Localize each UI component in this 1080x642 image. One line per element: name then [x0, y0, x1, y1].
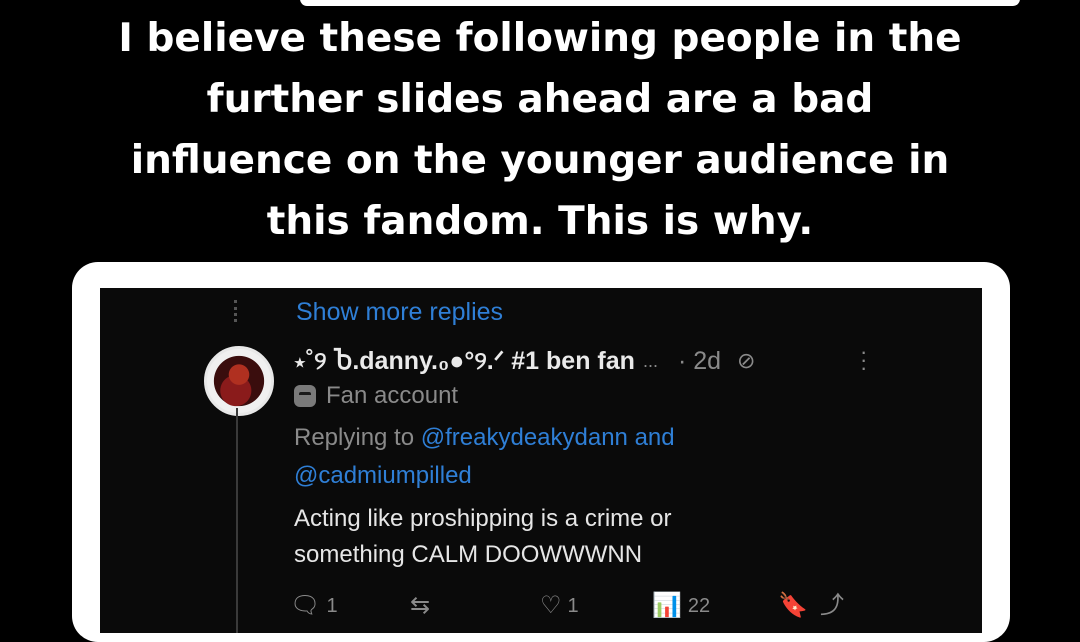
reply-count: 1: [326, 594, 338, 617]
mention-link-2[interactable]: @cadmiumpilled: [294, 462, 472, 489]
views-button[interactable]: 📊 22: [652, 594, 710, 618]
caption-line-2: further slides ahead are a bad: [206, 77, 874, 122]
avatar[interactable]: [204, 346, 274, 416]
like-count: 1: [567, 594, 579, 617]
bookmark-button[interactable]: 🔖: [778, 594, 808, 618]
more-icon[interactable]: · · ·: [860, 341, 867, 379]
display-name[interactable]: ⋆˚୨ Ⴆ.danny.₀●°୨.ᐟ #1 ben fan: [294, 346, 635, 376]
fan-account-badge: Fan account: [294, 382, 458, 410]
post-text-line-2: something CALM DOOWWWNN: [294, 541, 643, 568]
caption-line-3: influence on the younger audience in: [130, 138, 950, 183]
bookmark-icon: 🔖: [778, 592, 808, 619]
replying-to-line-2: @cadmiumpilled: [294, 462, 472, 490]
thread-dots: [234, 300, 241, 322]
comment-icon: 🗨: [290, 592, 321, 619]
no-entry-icon: ⊘: [737, 348, 756, 373]
replying-to-label: Replying to: [294, 424, 415, 451]
share-icon: ⤴: [820, 592, 844, 619]
badge-label: Fan account: [326, 382, 459, 409]
views-count: 22: [687, 594, 711, 617]
reply-button[interactable]: 🗨 1: [290, 594, 338, 618]
heart-icon: ♡: [540, 592, 562, 619]
top-bar-remnant: [300, 0, 1020, 6]
replying-to-line: Replying to @freakydeakydann and: [294, 424, 675, 452]
mention-link[interactable]: @freakydeakydann: [421, 424, 628, 451]
show-more-replies-link[interactable]: Show more replies: [296, 298, 503, 327]
repost-button[interactable]: ⇆: [410, 594, 436, 618]
post-header: ⋆˚୨ Ⴆ.danny.₀●°୨.ᐟ #1 ben fan ... · 2d ⊘: [294, 346, 755, 376]
embedded-tweet-screenshot: Show more replies ⋆˚୨ Ⴆ.danny.₀●°୨.ᐟ #1 …: [100, 288, 982, 633]
and-label: and: [634, 424, 675, 451]
caption-line-1: I believe these following people in the: [118, 16, 962, 61]
post-text-line-1: Acting like proshipping is a crime or: [294, 505, 672, 532]
caption-line-4: this fandom. This is why.: [266, 199, 814, 244]
action-bar: 🗨 1 ⇆ ♡ 1 📊 22 🔖 ⤴: [290, 594, 870, 624]
share-button[interactable]: ⤴: [820, 594, 844, 618]
name-ellipsis: ...: [642, 350, 658, 371]
timestamp[interactable]: · 2d: [678, 347, 721, 376]
mask-icon: [294, 385, 316, 407]
thread-line: [236, 408, 238, 633]
views-icon: 📊: [652, 592, 682, 619]
repost-icon: ⇆: [410, 592, 431, 619]
like-button[interactable]: ♡ 1: [540, 594, 579, 618]
caption-text: I believe these following people in the …: [0, 8, 1080, 252]
